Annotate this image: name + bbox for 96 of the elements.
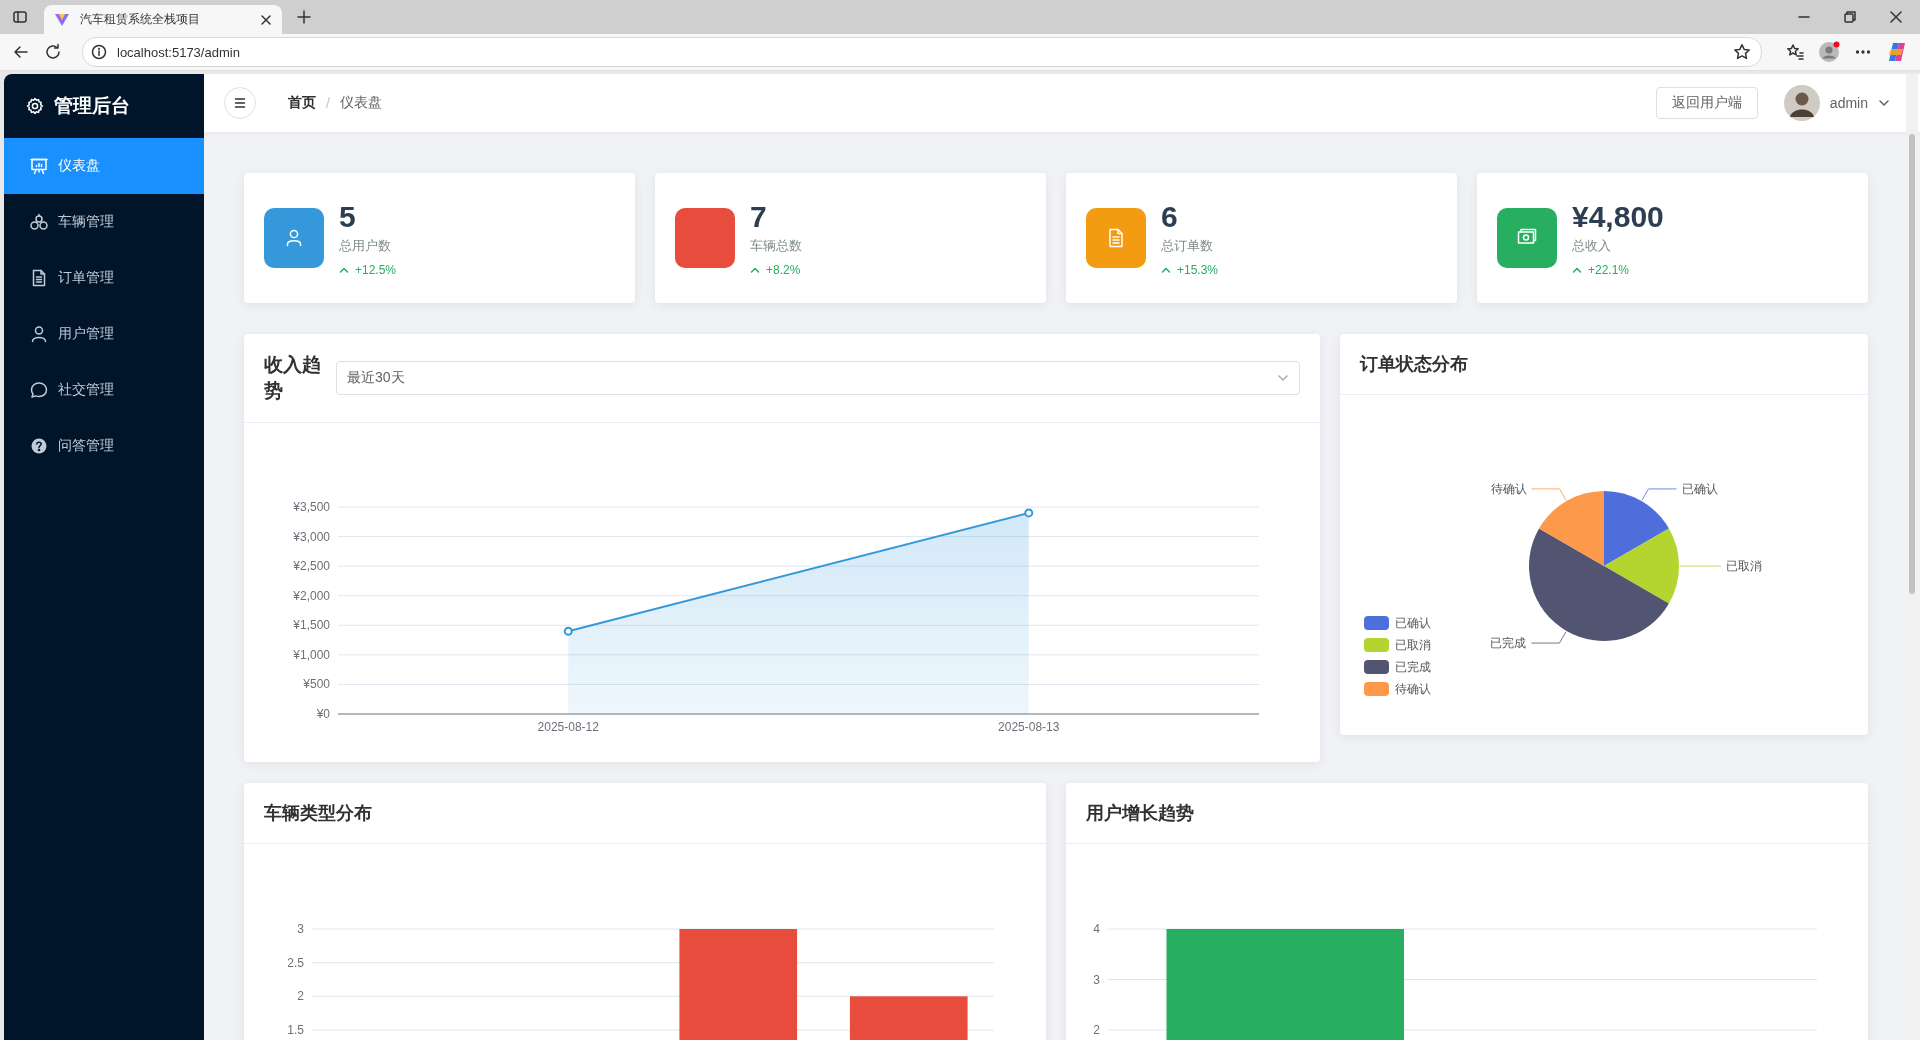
nav-item[interactable]: 车辆管理 — [4, 194, 204, 250]
trend-value: +12.5% — [355, 263, 397, 277]
stat-value: ¥4,800 — [1572, 199, 1664, 235]
legend-label[interactable]: 待确认 — [1395, 682, 1431, 696]
url-text: localhost:5173/admin — [117, 44, 241, 60]
return-button[interactable]: 返回用户端 — [1655, 87, 1758, 119]
chevron-down-icon — [1277, 372, 1289, 384]
stat-label: 车辆总数 — [750, 237, 802, 255]
caret-icon[interactable] — [1878, 97, 1890, 109]
help-icon — [30, 437, 48, 455]
axis-label: ¥2,500 — [293, 559, 330, 574]
card-title: 用户增长趋势 — [1086, 802, 1194, 825]
chevron-up-icon — [339, 265, 349, 275]
data-point — [1024, 508, 1034, 518]
chevron-up-icon — [1572, 265, 1582, 275]
stat-label: 总收入 — [1572, 237, 1612, 255]
legend-swatch[interactable] — [1364, 660, 1389, 674]
slice-label: 已取消 — [1726, 559, 1762, 574]
trend-value: +8.2% — [766, 263, 801, 277]
sidebar-toggle-icon[interactable] — [12, 9, 28, 25]
legend-label[interactable]: 已确认 — [1395, 616, 1431, 630]
reload-icon[interactable] — [44, 43, 62, 61]
legend-swatch[interactable] — [1364, 682, 1389, 696]
info-icon — [91, 44, 107, 60]
stat-label: 总订单数 — [1161, 237, 1214, 255]
axis-label: ¥0 — [316, 707, 330, 721]
chevron-up-icon — [1161, 265, 1171, 275]
slice-label: 已完成 — [1490, 636, 1527, 651]
tab-title: 汽车租赁系统全栈项目 — [80, 11, 201, 28]
nav-item[interactable]: 订单管理 — [4, 250, 204, 306]
menu-icon[interactable] — [224, 87, 256, 119]
stat-value: 7 — [750, 199, 768, 235]
restore-icon[interactable] — [1844, 11, 1856, 23]
slice-label: 已确认 — [1681, 481, 1718, 496]
axis-label: 3 — [1093, 972, 1100, 987]
range-select[interactable]: 最近30天 — [336, 361, 1300, 395]
favorites-icon[interactable] — [1786, 43, 1804, 61]
card-title: 收入趋势 — [264, 353, 322, 403]
axis-label: ¥3,500 — [293, 500, 330, 514]
close-icon[interactable] — [1890, 11, 1902, 23]
star-icon[interactable] — [1733, 43, 1751, 61]
axis-label: ¥500 — [303, 677, 330, 692]
new-tab-icon[interactable] — [296, 9, 312, 25]
data-point — [563, 626, 573, 636]
user-icon — [30, 325, 48, 343]
axis-label: 4 — [1093, 922, 1100, 936]
axis-label: 2 — [1093, 1023, 1100, 1037]
avatar-icon[interactable] — [1783, 85, 1820, 121]
slice-label: 待确认 — [1490, 481, 1527, 496]
axis-label: 2025-08-12 — [537, 720, 599, 734]
stat-value: 5 — [339, 199, 357, 235]
leader-line — [1530, 631, 1567, 644]
stat-value: 6 — [1161, 199, 1179, 235]
breadcrumb-separator: / — [326, 95, 330, 111]
legend-label[interactable]: 已取消 — [1395, 638, 1431, 652]
legend-label[interactable]: 已完成 — [1395, 660, 1431, 674]
breadcrumb-item[interactable]: 首页 — [288, 94, 316, 112]
chevron-up-icon — [750, 265, 760, 275]
scrollbar-thumb[interactable] — [1909, 134, 1915, 594]
stat-label: 总用户数 — [339, 237, 392, 255]
axis-label: 2.5 — [287, 955, 304, 970]
presentation-board-icon — [30, 157, 48, 175]
address-bar[interactable]: localhost:5173/admin — [82, 37, 1762, 67]
leader-line — [1679, 565, 1722, 567]
copilot-icon[interactable] — [1886, 41, 1908, 63]
close-icon[interactable] — [260, 13, 272, 26]
nav-item[interactable]: 用户管理 — [4, 306, 204, 362]
nav-item[interactable]: 问答管理 — [4, 418, 204, 474]
axis-label: ¥2,000 — [293, 588, 330, 603]
trend-value: +22.1% — [1588, 263, 1630, 277]
axis-label: 2025-08-13 — [998, 720, 1060, 734]
settings-icon — [26, 97, 44, 115]
legend-swatch[interactable] — [1364, 616, 1389, 630]
axis-label: ¥1,000 — [293, 647, 330, 662]
back-icon[interactable] — [12, 43, 30, 61]
sidebar-title: 管理后台 — [54, 94, 130, 118]
leader-line — [1531, 488, 1567, 501]
nav-item[interactable]: 社交管理 — [4, 362, 204, 418]
breadcrumb-item: 仪表盘 — [339, 94, 382, 112]
legend-swatch[interactable] — [1364, 638, 1389, 652]
triangle-logo-icon — [54, 11, 70, 28]
user-name[interactable]: admin — [1829, 95, 1868, 111]
profile-icon[interactable] — [1818, 41, 1840, 63]
axis-label: 1.5 — [287, 1023, 304, 1037]
card-title: 订单状态分布 — [1360, 353, 1468, 376]
axis-label: ¥3,000 — [293, 529, 330, 544]
axis-label: 3 — [297, 922, 304, 936]
axis-label: ¥1,500 — [293, 618, 330, 633]
leader-line — [1641, 488, 1677, 501]
document-icon — [30, 269, 48, 287]
card-title: 车辆类型分布 — [264, 802, 372, 825]
browser-tab[interactable]: 汽车租赁系统全栈项目 — [44, 5, 282, 34]
trend-value: +15.3% — [1177, 263, 1219, 277]
axis-label: 2 — [297, 989, 304, 1004]
chat-bubble-icon — [30, 381, 48, 399]
scrollbar[interactable] — [1906, 74, 1918, 1040]
